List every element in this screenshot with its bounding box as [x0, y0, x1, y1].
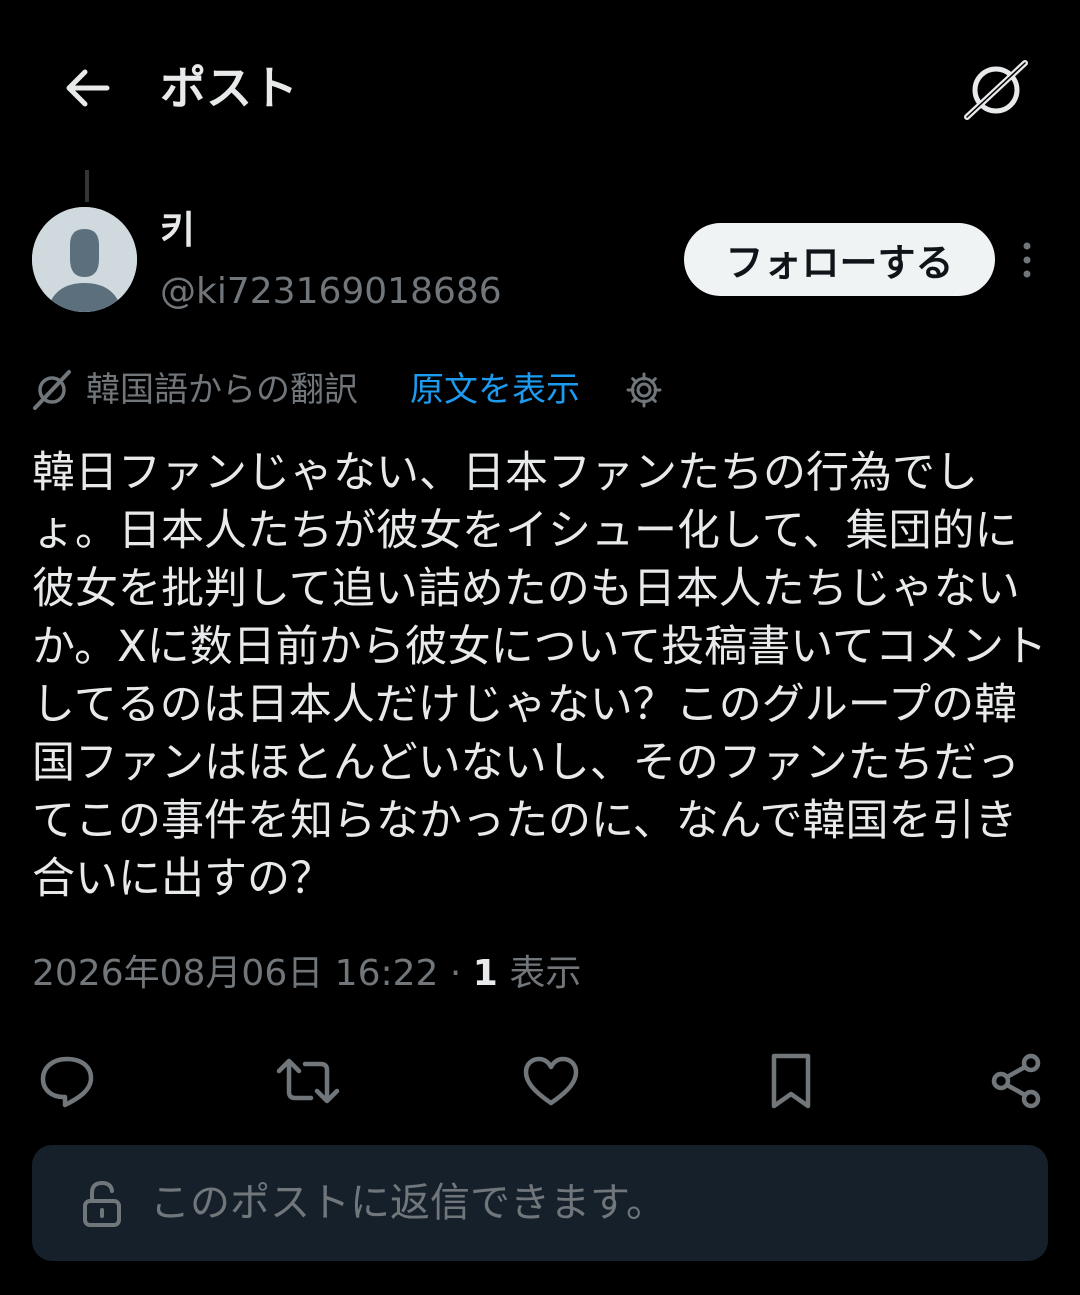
reply-placeholder: このポストに返信できます。: [150, 1180, 666, 1226]
translation-notice: 韓国語からの翻訳 原文を表示: [32, 362, 1048, 418]
reply-composer-bar[interactable]: このポストに返信できます。: [32, 1145, 1048, 1261]
arrow-left-icon: [66, 69, 110, 107]
bookmark-icon: [771, 1053, 811, 1109]
more-options-button[interactable]: [1010, 234, 1044, 286]
post-meta: 2026年08月06日 16:22 · 1 表示: [32, 944, 581, 1004]
action-bar: [32, 1046, 1048, 1116]
like-button[interactable]: [516, 1046, 586, 1116]
meta-separator: ·: [449, 953, 462, 994]
repost-button[interactable]: [273, 1046, 343, 1116]
lock-icon: [83, 1180, 121, 1227]
gear-icon[interactable]: [624, 370, 664, 410]
author-handle[interactable]: @ki723169018686: [160, 266, 502, 318]
avatar[interactable]: [32, 207, 137, 312]
show-original-link[interactable]: 原文を表示: [410, 362, 580, 418]
repost-icon: [276, 1058, 340, 1104]
grok-button[interactable]: [958, 54, 1034, 126]
more-vertical-icon: [1023, 242, 1031, 278]
views-count: 1: [472, 953, 498, 994]
reply-icon: [40, 1056, 94, 1108]
grok-icon: [964, 60, 1028, 120]
views-label: 表示: [509, 953, 582, 994]
share-icon: [991, 1053, 1041, 1109]
default-avatar-icon: [32, 207, 137, 312]
grok-translate-icon: [33, 370, 71, 410]
post-timestamp[interactable]: 2026年08月06日 16:22: [32, 953, 438, 994]
reply-button[interactable]: [32, 1046, 102, 1116]
author-display-name[interactable]: 키: [160, 204, 195, 256]
bookmark-button[interactable]: [756, 1046, 826, 1116]
top-app-bar: ポスト: [0, 40, 1080, 136]
post-body-text: 韓日ファンじゃない、日本ファンたちの行為でしょ。日本人たちが彼女をイシュー化して…: [32, 448, 1048, 904]
translation-label: 韓国語からの翻訳: [86, 370, 358, 410]
heart-icon: [523, 1056, 579, 1106]
share-button[interactable]: [982, 1046, 1052, 1116]
page-title: ポスト: [160, 61, 298, 115]
follow-button[interactable]: フォローする: [684, 223, 995, 296]
back-button[interactable]: [54, 60, 120, 116]
thread-connector: [85, 170, 89, 202]
